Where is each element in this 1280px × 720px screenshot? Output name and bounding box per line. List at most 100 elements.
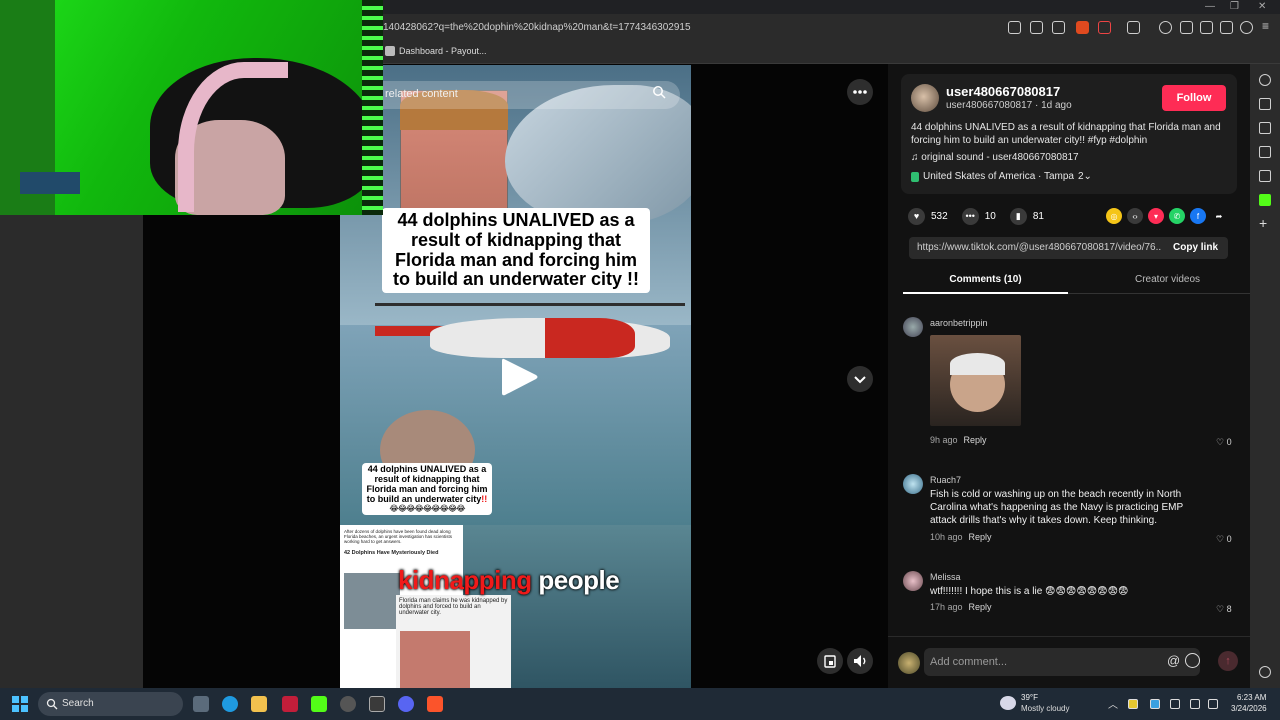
mention-button[interactable]: @ bbox=[1167, 653, 1180, 668]
vpn-icon[interactable] bbox=[1240, 21, 1253, 34]
taskbar-search[interactable]: Search bbox=[38, 692, 183, 716]
tray-cloud-icon[interactable] bbox=[1150, 699, 1160, 709]
play-icon[interactable] bbox=[498, 355, 540, 399]
username[interactable]: user480667080817 bbox=[946, 84, 1060, 99]
network-icon[interactable] bbox=[1190, 699, 1200, 709]
pip-icon bbox=[824, 655, 836, 668]
emoji-icon[interactable] bbox=[1185, 653, 1200, 668]
mic-icon[interactable] bbox=[1170, 699, 1180, 709]
comment-like-button[interactable]: ♡ 0 bbox=[1216, 534, 1232, 545]
post-comment-button[interactable]: ↑ bbox=[1218, 651, 1238, 671]
search-icon[interactable] bbox=[652, 85, 666, 99]
tabs-icon[interactable] bbox=[1259, 122, 1271, 134]
share-arrow-icon[interactable]: ➦ bbox=[1211, 208, 1227, 224]
ai-icon[interactable] bbox=[1220, 21, 1233, 34]
speaker-icon[interactable] bbox=[1208, 699, 1218, 709]
edge-icon[interactable] bbox=[222, 696, 238, 712]
windows-taskbar: Search 39°F Mostly cloudy ︿ 6:23 AM 3/24… bbox=[0, 688, 1280, 720]
comment-input[interactable] bbox=[924, 648, 1200, 676]
save-button[interactable]: ▮ 81 bbox=[1009, 207, 1044, 225]
url-text[interactable]: 140428062?q=the%20dophin%20kidnap%20man&… bbox=[383, 22, 691, 33]
obs-icon[interactable] bbox=[340, 696, 356, 712]
tab-creator-videos[interactable]: Creator videos bbox=[1085, 268, 1250, 294]
comment-like-button[interactable]: ♡ 0 bbox=[1216, 437, 1232, 448]
leo-icon[interactable] bbox=[1259, 74, 1271, 86]
share-page-icon[interactable] bbox=[1052, 21, 1065, 34]
kick-taskbar-icon[interactable] bbox=[311, 696, 327, 712]
avatar[interactable] bbox=[903, 317, 923, 337]
reply-button[interactable]: Reply bbox=[964, 435, 987, 445]
comment-button[interactable]: ••• 10 bbox=[961, 207, 996, 225]
like-button[interactable]: ♥ 532 bbox=[908, 207, 948, 225]
avatar[interactable] bbox=[903, 571, 923, 591]
article-body: After dozens of dolphins have been found… bbox=[344, 529, 453, 544]
minimize-icon[interactable]: — bbox=[1205, 1, 1215, 12]
caption-white-word: people bbox=[538, 565, 620, 595]
facebook-icon[interactable]: f bbox=[1190, 208, 1206, 224]
more-options-button[interactable] bbox=[847, 79, 873, 105]
gear-icon[interactable] bbox=[1259, 666, 1271, 678]
embed-icon[interactable]: ‹› bbox=[1127, 208, 1143, 224]
follow-button[interactable]: Follow bbox=[1162, 85, 1226, 111]
bookmarks-icon[interactable] bbox=[1259, 146, 1271, 158]
comment-author[interactable]: Ruach7 bbox=[930, 475, 961, 485]
comment-text: Fish is cold or washing up on the beach … bbox=[930, 489, 1183, 526]
task-view-icon[interactable] bbox=[193, 696, 209, 712]
clock-time[interactable]: 6:23 AM bbox=[1237, 693, 1266, 702]
brave-icon[interactable] bbox=[427, 696, 443, 712]
sound-link[interactable]: ♫ original sound - user480667080817 bbox=[911, 152, 1079, 163]
add-icon[interactable]: + bbox=[1259, 216, 1271, 230]
menu-icon[interactable]: ≡ bbox=[1262, 19, 1275, 33]
reply-button[interactable]: Reply bbox=[969, 532, 992, 542]
app-icon[interactable] bbox=[282, 696, 298, 712]
reading-list-icon[interactable] bbox=[1259, 170, 1271, 182]
video-title-small: 44 dolphins UNALIVED as a result of kidn… bbox=[362, 463, 492, 516]
comment-gif[interactable] bbox=[930, 335, 1021, 426]
next-video-button[interactable] bbox=[847, 366, 873, 392]
tweet-text: Florida man claims he was kidnapped by d… bbox=[399, 598, 508, 616]
sidebar-toggle-icon[interactable] bbox=[1180, 21, 1193, 34]
send-icon[interactable]: ▾ bbox=[1148, 208, 1164, 224]
cast-icon[interactable] bbox=[1030, 21, 1043, 34]
video-icon[interactable] bbox=[1259, 98, 1271, 110]
whatsapp-icon[interactable]: ✆ bbox=[1169, 208, 1185, 224]
windows-start-icon[interactable] bbox=[12, 696, 28, 712]
clock-date[interactable]: 3/24/2026 bbox=[1231, 704, 1267, 713]
media-icon[interactable] bbox=[1008, 21, 1021, 34]
kick-icon[interactable] bbox=[1259, 194, 1271, 206]
article-headline: 42 Dolphins Have Mysteriously Died bbox=[344, 550, 439, 556]
cloud-icon bbox=[1000, 696, 1016, 710]
avatar[interactable] bbox=[911, 84, 939, 112]
volume-button[interactable] bbox=[847, 648, 873, 674]
rewards-icon[interactable] bbox=[1098, 21, 1111, 34]
wallet-icon[interactable] bbox=[1200, 21, 1213, 34]
share-link-url[interactable]: https://www.tiktok.com/@user480667080817… bbox=[917, 242, 1162, 253]
coin-icon[interactable]: ◎ bbox=[1106, 208, 1122, 224]
close-icon[interactable]: ✕ bbox=[1258, 1, 1266, 12]
copy-link-button[interactable]: Copy link bbox=[1173, 242, 1218, 253]
bookmark-icon: ▮ bbox=[1009, 207, 1027, 225]
file-explorer-icon[interactable] bbox=[251, 696, 267, 712]
tab-comments[interactable]: Comments (10) bbox=[903, 268, 1068, 294]
picture-in-picture-button[interactable] bbox=[817, 648, 843, 674]
location-tag[interactable]: United Skates of America · Tampa 2⌄ bbox=[911, 171, 1092, 182]
action-bar: ♥ 532 ••• 10 ▮ 81 bbox=[908, 207, 1044, 225]
comment-author[interactable]: aaronbetrippin bbox=[930, 318, 988, 328]
avatar bbox=[898, 652, 920, 674]
discord-icon[interactable] bbox=[398, 696, 414, 712]
restore-icon[interactable]: ❐ bbox=[1230, 1, 1239, 12]
video-player[interactable]: related content 44 dolphins UNALIVED as … bbox=[340, 65, 691, 688]
tab-search-icon[interactable] bbox=[1127, 21, 1140, 34]
brave-shield-icon[interactable] bbox=[1076, 21, 1089, 34]
tray-app-icon[interactable] bbox=[1128, 699, 1138, 709]
reply-button[interactable]: Reply bbox=[969, 602, 992, 612]
capcut-icon[interactable] bbox=[369, 696, 385, 712]
music-icon[interactable] bbox=[1159, 21, 1172, 34]
comment-author[interactable]: Melissa bbox=[930, 572, 961, 582]
bookmark-dashboard[interactable]: Dashboard - Payout... bbox=[385, 46, 487, 56]
avatar[interactable] bbox=[903, 474, 923, 494]
location-count[interactable]: 2⌄ bbox=[1078, 171, 1092, 182]
share-icons: ◎ ‹› ▾ ✆ f ➦ bbox=[1106, 208, 1227, 224]
chevron-up-icon[interactable]: ︿ bbox=[1108, 696, 1118, 711]
comment-like-button[interactable]: ♡ 8 bbox=[1216, 604, 1232, 615]
